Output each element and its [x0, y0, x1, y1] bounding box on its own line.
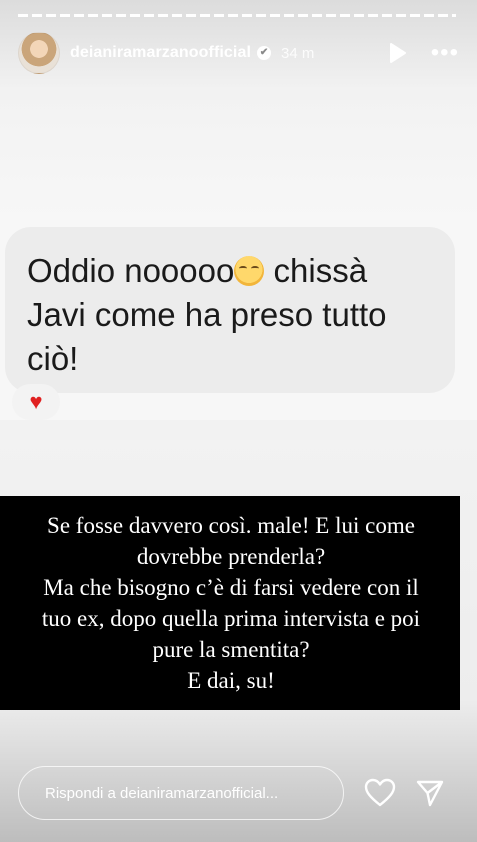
story-caption-box: Se fosse davvero così. male! E lui come …: [0, 496, 460, 710]
play-icon[interactable]: [385, 41, 409, 65]
reply-placeholder: Rispondi a deianiramarzanofficial...: [45, 784, 279, 802]
post-time: 34 m: [281, 44, 315, 62]
caption-line-3: Ma che bisogno c’è di farsi vedere con i…: [43, 575, 419, 600]
message-line-1-prefix: Oddio nooooo: [27, 252, 235, 289]
story-header: deianiramarzanoofficial ✔ 34 m •••: [18, 30, 459, 76]
caption-line-4: tuo ex, dopo quella prima intervista e p…: [41, 606, 421, 631]
caption-line-5: pure la smentita?: [152, 637, 310, 662]
verified-badge-icon: ✔: [257, 46, 272, 60]
username[interactable]: deianiramarzanoofficial: [70, 44, 251, 62]
heart-outline-icon[interactable]: [364, 778, 396, 808]
story-frame: deianiramarzanoofficial ✔ 34 m ••• Oddio…: [0, 0, 477, 842]
caption-text: Se fosse davvero così. male! E lui come …: [10, 510, 452, 696]
caption-line-2: dovrebbe prenderla?: [136, 544, 326, 569]
message-line-1-suffix: chissà: [264, 252, 368, 289]
pensive-face-emoji-icon: [234, 256, 265, 286]
send-icon[interactable]: [415, 778, 445, 808]
message-bubble: Oddio nooooo chissà Javi come ha preso t…: [5, 227, 455, 393]
more-options-icon[interactable]: •••: [431, 41, 459, 65]
reaction-badge: ♥: [12, 384, 60, 420]
story-progress-bar: [18, 14, 456, 17]
shared-message-card: Oddio nooooo chissà Javi come ha preso t…: [0, 222, 477, 420]
avatar[interactable]: [18, 32, 60, 74]
caption-line-1: Se fosse davvero così. male! E lui come: [47, 513, 415, 538]
message-text: Oddio nooooo chissà Javi come ha preso t…: [27, 249, 447, 381]
reply-input[interactable]: Rispondi a deianiramarzanofficial...: [18, 766, 344, 820]
message-line-3: ciò!: [27, 340, 79, 377]
red-heart-icon: ♥: [29, 389, 43, 414]
message-line-2: Javi come ha preso tutto: [27, 296, 387, 333]
caption-line-6: E dai, su!: [187, 668, 275, 693]
